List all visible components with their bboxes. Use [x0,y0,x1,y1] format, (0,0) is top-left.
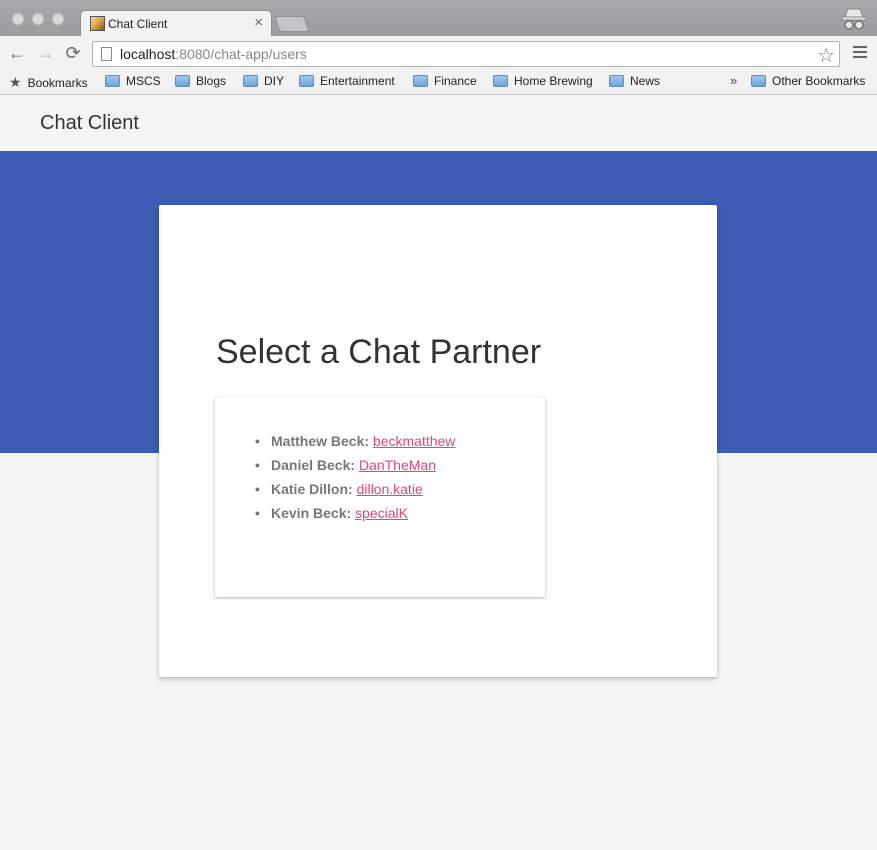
bookmarks-overflow-icon[interactable]: » [730,73,737,88]
tab-close-icon[interactable]: × [254,14,263,31]
browser-chrome: Chat Client × ← → ⟳ localhost:8080/chat-… [0,0,877,95]
menu-icon[interactable] [853,46,867,61]
bookmarks-bar: ★ Bookmarks MSCS Blogs DIY Entertainment … [0,70,877,94]
folder-icon [493,75,508,87]
incognito-icon [841,8,867,30]
bookmark-bookmarks[interactable]: ★ Bookmarks [9,74,88,91]
toolbar: ← → ⟳ localhost:8080/chat-app/users ☆ [0,36,877,70]
zoom-window-button[interactable] [52,13,64,25]
tab-strip: Chat Client × [0,0,877,36]
user-list: Matthew Beck: beckmatthew Daniel Beck: D… [255,429,455,525]
user-link[interactable]: specialK [355,505,408,521]
tab-chat-client[interactable]: Chat Client × [80,10,272,36]
folder-icon [413,75,428,87]
new-tab-button[interactable] [274,16,310,32]
page-title: Select a Chat Partner [216,333,542,371]
bookmark-news[interactable]: News [609,74,660,88]
url-text[interactable]: localhost:8080/chat-app/users [120,46,307,62]
bookmark-blogs[interactable]: Blogs [175,74,226,88]
folder-icon [751,75,766,87]
favicon-icon [90,16,105,31]
user-link[interactable]: dillon.katie [357,481,423,497]
reload-button[interactable]: ⟳ [63,43,83,63]
forward-button[interactable]: → [35,43,55,63]
user-list-card: Matthew Beck: beckmatthew Daniel Beck: D… [215,397,545,597]
address-bar[interactable]: localhost:8080/chat-app/users ☆ [92,41,840,67]
list-item: Katie Dillon: dillon.katie [255,477,455,501]
app-title[interactable]: Chat Client [40,112,139,135]
list-item: Daniel Beck: DanTheMan [255,453,455,477]
folder-icon [299,75,314,87]
bookmark-mscs[interactable]: MSCS [105,74,161,88]
folder-icon [609,75,624,87]
partner-card: Select a Chat Partner Matthew Beck: beck… [159,205,717,677]
folder-icon [243,75,258,87]
user-link[interactable]: beckmatthew [373,433,455,449]
star-icon: ★ [9,74,22,90]
bookmark-entertainment[interactable]: Entertainment [299,74,395,88]
folder-icon [105,75,120,87]
bookmark-diy[interactable]: DIY [243,74,284,88]
page-icon [101,47,112,61]
user-link[interactable]: DanTheMan [359,457,436,473]
list-item: Kevin Beck: specialK [255,501,455,525]
bookmark-home-brewing[interactable]: Home Brewing [493,74,593,88]
tab-title: Chat Client [108,17,168,31]
minimize-window-button[interactable] [32,13,44,25]
back-button[interactable]: ← [7,43,27,63]
folder-icon [175,75,190,87]
bookmark-other[interactable]: Other Bookmarks [751,74,865,88]
bookmark-finance[interactable]: Finance [413,74,477,88]
app-header: Chat Client [0,95,877,151]
page-content: Chat Client Select a Chat Partner Matthe… [0,95,877,850]
bookmark-star-icon[interactable]: ☆ [817,43,835,68]
close-window-button[interactable] [12,13,24,25]
list-item: Matthew Beck: beckmatthew [255,429,455,453]
